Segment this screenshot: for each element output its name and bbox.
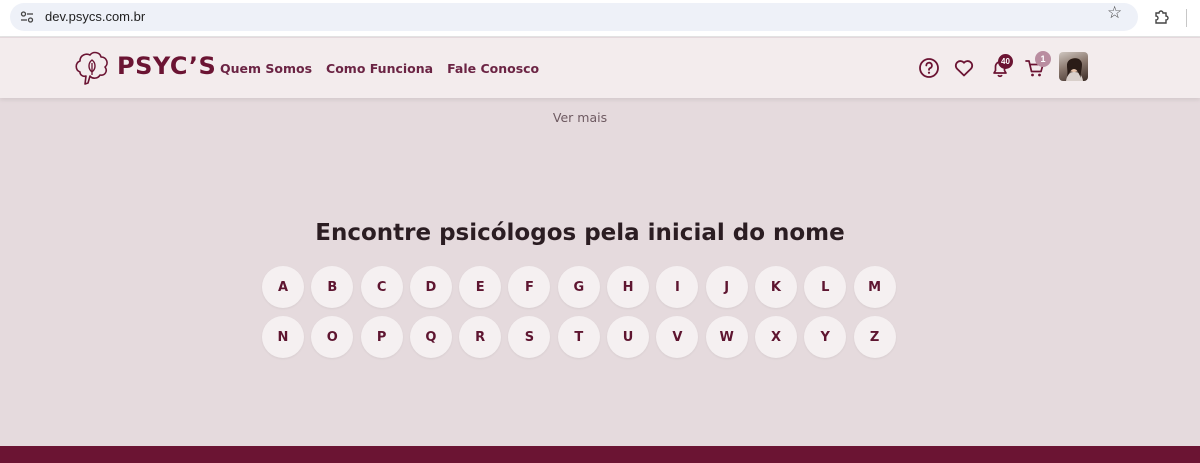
letter-button-z[interactable]: Z: [853, 316, 896, 358]
notification-count-badge: 40: [998, 54, 1013, 69]
letter-button-q[interactable]: Q: [409, 316, 452, 358]
brand-logo-text[interactable]: PSYC’S: [117, 52, 216, 80]
brain-logo-icon[interactable]: [72, 48, 112, 88]
letter-button-i[interactable]: I: [656, 266, 699, 308]
user-avatar[interactable]: [1059, 52, 1088, 81]
site-info-icon[interactable]: [20, 10, 34, 24]
section-title: Encontre psicólogos pela inicial do nome: [315, 220, 845, 246]
letter-button-x[interactable]: X: [754, 316, 797, 358]
letter-button-s[interactable]: S: [508, 316, 551, 358]
site-header: PSYC’S Quem Somos Como Funciona Fale Con…: [0, 38, 1200, 98]
letter-button-g[interactable]: G: [557, 266, 600, 308]
help-icon[interactable]: [918, 57, 940, 79]
alphabet-grid: ABCDEFGHIJKLM NOPQRSTUVWXYZ: [262, 266, 902, 358]
letter-button-l[interactable]: L: [804, 266, 847, 308]
letter-button-c[interactable]: C: [360, 266, 403, 308]
nav-como-funciona[interactable]: Como Funciona: [326, 61, 433, 76]
heart-icon[interactable]: [953, 57, 975, 79]
letter-button-k[interactable]: K: [754, 266, 797, 308]
cart-count-badge: 1: [1035, 51, 1051, 67]
letter-button-f[interactable]: F: [508, 266, 551, 308]
avatar-photo-icon: [1066, 58, 1083, 81]
letter-button-w[interactable]: W: [705, 316, 748, 358]
letter-button-b[interactable]: B: [311, 266, 354, 308]
letter-button-p[interactable]: P: [360, 316, 403, 358]
letter-button-v[interactable]: V: [656, 316, 699, 358]
letter-button-a[interactable]: A: [262, 266, 304, 308]
letter-button-m[interactable]: M: [853, 266, 896, 308]
letter-button-o[interactable]: O: [311, 316, 354, 358]
letter-button-d[interactable]: D: [409, 266, 452, 308]
toolbar-divider: [1186, 9, 1187, 27]
puzzle-icon[interactable]: [1152, 7, 1172, 27]
letter-button-h[interactable]: H: [607, 266, 650, 308]
nav-fale-conosco[interactable]: Fale Conosco: [447, 61, 539, 76]
address-bar[interactable]: dev.psycs.com.br: [10, 3, 1138, 31]
star-icon[interactable]: ☆: [1107, 5, 1122, 22]
url-text[interactable]: dev.psycs.com.br: [45, 9, 145, 24]
letter-button-n[interactable]: N: [262, 316, 304, 358]
main-nav: Quem Somos Como Funciona Fale Conosco: [220, 61, 539, 76]
letter-button-e[interactable]: E: [459, 266, 502, 308]
letter-button-y[interactable]: Y: [804, 316, 847, 358]
ver-mais-link[interactable]: Ver mais: [0, 110, 1160, 125]
letter-button-t[interactable]: T: [557, 316, 600, 358]
footer: [0, 446, 1200, 463]
letter-button-u[interactable]: U: [607, 316, 650, 358]
letter-button-r[interactable]: R: [459, 316, 502, 358]
letter-button-j[interactable]: J: [705, 266, 748, 308]
nav-quem-somos[interactable]: Quem Somos: [220, 61, 312, 76]
browser-toolbar: dev.psycs.com.br ☆: [0, 0, 1200, 37]
